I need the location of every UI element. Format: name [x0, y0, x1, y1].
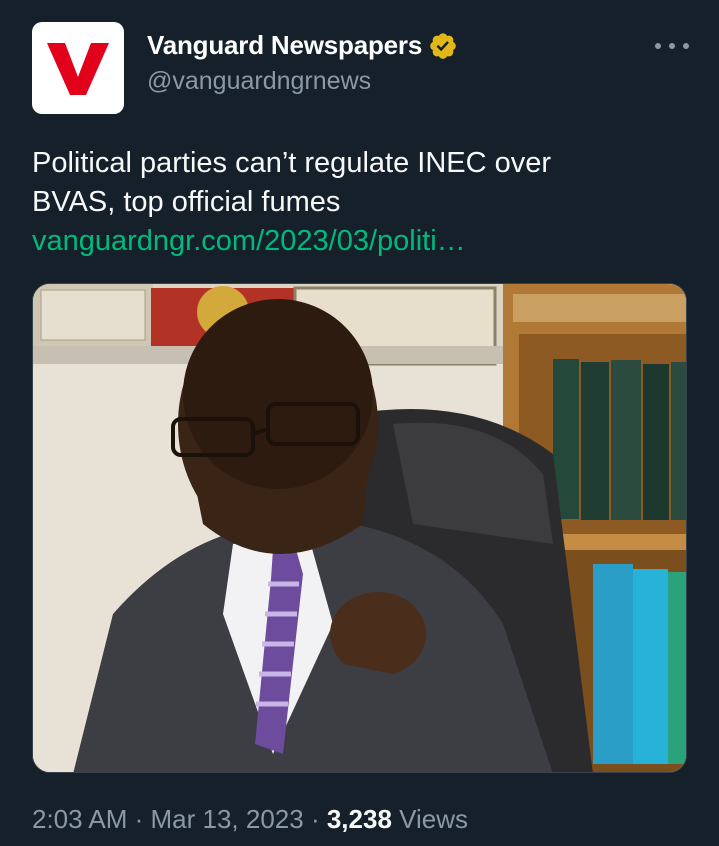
article-link[interactable]: vanguardngr.com/2023/03/politi…	[32, 222, 692, 261]
photo-of-official-in-office-icon	[33, 284, 686, 772]
tweet-date[interactable]: Mar 13, 2023	[151, 804, 304, 834]
avatar[interactable]	[32, 22, 124, 114]
tweet-text: Political parties can’t regulate INEC ov…	[32, 144, 692, 261]
meta-separator: ·	[127, 804, 151, 834]
tweet-card: Vanguard Newspapers @vanguardngrnews Pol…	[0, 0, 719, 846]
tweet-time[interactable]: 2:03 AM	[32, 804, 127, 834]
vanguard-logo-icon	[47, 43, 109, 95]
views-label: Views	[391, 804, 469, 834]
user-handle[interactable]: @vanguardngrnews	[147, 67, 458, 96]
tweet-text-line: BVAS, top official fumes	[32, 186, 341, 218]
tweet-media-photo[interactable]	[32, 283, 687, 773]
more-horizontal-icon[interactable]	[655, 38, 689, 54]
views-count: 3,238	[326, 804, 392, 834]
tweet-meta: 2:03 AM · Mar 13, 2023 · 3,238 Views	[32, 804, 468, 835]
display-name[interactable]: Vanguard Newspapers	[147, 30, 422, 61]
verified-badge-icon	[428, 31, 458, 61]
meta-separator: ·	[303, 804, 327, 834]
tweet-text-line: Political parties can’t regulate INEC ov…	[32, 147, 552, 179]
author-block: Vanguard Newspapers @vanguardngrnews	[147, 30, 458, 96]
